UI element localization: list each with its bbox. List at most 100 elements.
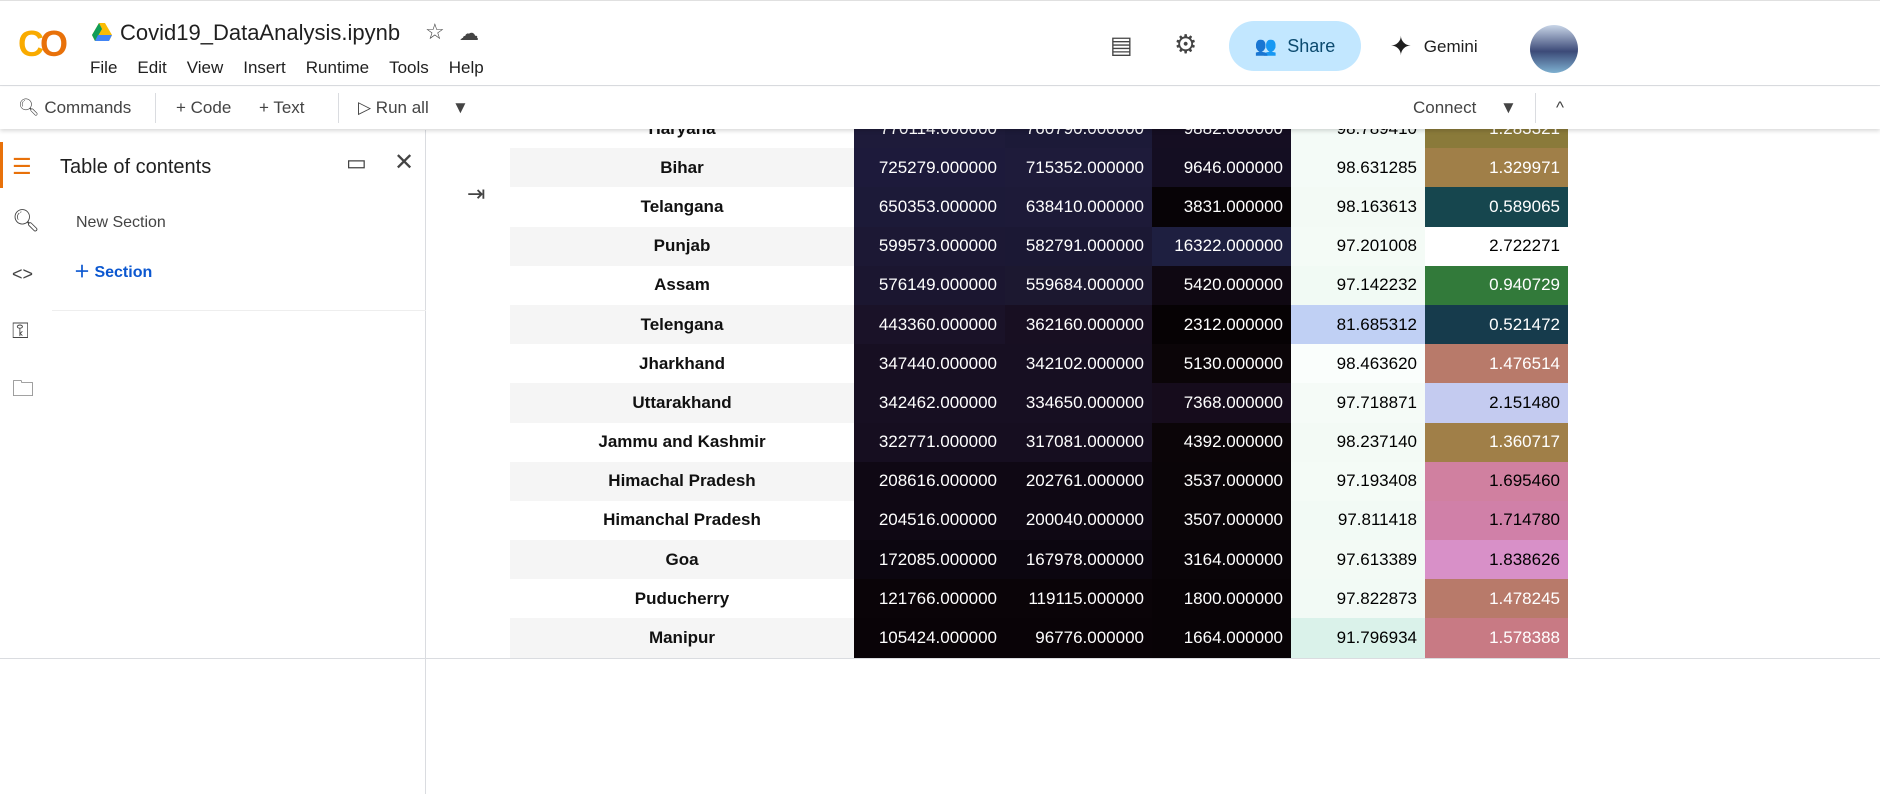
colab-logo[interactable]: CO (18, 23, 68, 65)
data-table: Haryana770114.000000760790.0000009882.00… (510, 109, 1568, 658)
menu-file[interactable]: File (90, 58, 117, 78)
find-icon[interactable]: 🔍︎ (12, 208, 40, 234)
table-cell: 1.478245 (1425, 579, 1568, 619)
gear-icon[interactable]: ⚙ (1174, 29, 1197, 60)
table-row: Himanchal Pradesh 204516.000000 200040.000… (510, 500, 1568, 541)
collapse-chevron-icon[interactable]: ^ (1556, 98, 1564, 118)
menu-view[interactable]: View (187, 58, 224, 78)
toc-icon[interactable]: ☰ (12, 154, 32, 180)
table-cell: 1.695460 (1425, 461, 1568, 501)
table-cell: 7368.000000 (1152, 383, 1291, 423)
add-section-button[interactable]: ＋ Section (74, 258, 152, 282)
table-row: Jharkhand 347440.000000 342102.000000 5130.… (510, 344, 1568, 384)
comment-icon[interactable]: ▤ (1110, 31, 1133, 60)
table-cell: 1.360717 (1425, 422, 1568, 462)
table-cell: 1.476514 (1425, 344, 1568, 384)
table-row: Manipur 105424.000000 96776.000000 1664.000… (510, 618, 1568, 658)
menu-help[interactable]: Help (449, 58, 484, 78)
table-cell: 204516.000000 (854, 500, 1005, 541)
table-cell: 0.589065 (1425, 187, 1568, 227)
state-name: Manipur (510, 618, 854, 658)
menu-runtime[interactable]: Runtime (306, 58, 369, 78)
table-cell: 725279.000000 (854, 148, 1005, 188)
state-name: Puducherry (634, 588, 730, 608)
cell-output: ⇥ Haryana770114.000000760790.0000009882.… (427, 109, 1880, 659)
menu-bar: File Edit View Insert Runtime Tools Help (90, 58, 504, 78)
table-row: Assam 576149.000000 559684.000000 5420.0000… (510, 265, 1568, 305)
notebook-title[interactable]: Covid19_DataAnalysis.ipynb (120, 20, 400, 46)
state-name: Uttarakhand (510, 383, 854, 423)
connect-button[interactable]: Connect (1413, 98, 1476, 118)
divider (338, 93, 339, 123)
add-section-label: Section (94, 264, 153, 281)
table-cell: 3537.000000 (1152, 461, 1291, 501)
add-code-button[interactable]: + Code (176, 98, 231, 118)
table-cell: 98.237140 (1291, 422, 1425, 462)
table-cell: 1800.000000 (1152, 579, 1291, 619)
state-name: Punjab (510, 226, 854, 266)
table-cell: 91.796934 (1291, 618, 1425, 658)
run-all-button[interactable]: ▷ Run all (358, 98, 429, 118)
menu-tools[interactable]: Tools (389, 58, 429, 78)
menu-edit[interactable]: Edit (137, 58, 166, 78)
toolbar: 🔍︎ Commands + Code + Text ▷ Run all ▼ Co… (0, 87, 1880, 129)
table-row: Uttarakhand 342462.000000 334650.000000 736… (510, 383, 1568, 423)
commands-button[interactable]: 🔍︎ Commands (18, 98, 131, 118)
table-cell: 582791.000000 (1005, 226, 1152, 266)
divider (155, 93, 156, 123)
table-cell: 167978.000000 (1005, 540, 1152, 580)
gemini-label: Gemini (1423, 36, 1478, 56)
divider (0, 658, 1880, 659)
people-icon: 👥 (1254, 35, 1278, 56)
state-name: Bihar (510, 148, 854, 188)
code-snippets-icon[interactable]: <> (12, 264, 33, 285)
table-cell: 2.151480 (1425, 383, 1568, 423)
gemini-button[interactable]: ✦ Gemini (1390, 31, 1478, 62)
table-cell: 1.838626 (1425, 540, 1568, 580)
run-all-dropdown-icon[interactable]: ▼ (452, 98, 469, 118)
table-cell: 1664.000000 (1152, 618, 1291, 658)
add-text-button[interactable]: + Text (259, 98, 305, 118)
drive-icon (92, 23, 112, 41)
folder-icon[interactable]: 🗀 (12, 372, 34, 410)
share-button[interactable]: 👥 Share (1229, 21, 1361, 71)
table-cell: 334650.000000 (1005, 383, 1152, 423)
table-cell: 172085.000000 (854, 540, 1005, 580)
table-cell: 200040.000000 (1005, 500, 1152, 541)
table-cell: 97.193408 (1291, 461, 1425, 501)
menu-insert[interactable]: Insert (243, 58, 286, 78)
table-cell: 347440.000000 (854, 344, 1005, 384)
cloud-saved-icon[interactable]: ☁ (459, 21, 479, 46)
table-cell: 97.811418 (1291, 500, 1425, 541)
table-cell: 202761.000000 (1005, 461, 1152, 501)
table-cell: 443360.000000 (854, 304, 1005, 345)
table-cell: 342102.000000 (1005, 344, 1152, 384)
share-label: Share (1287, 35, 1336, 56)
table-row: Telengana 443360.000000 362160.000000 2312.… (510, 304, 1568, 345)
toc-title: Table of contents (60, 156, 212, 178)
table-cell: 96776.000000 (1005, 618, 1152, 658)
output-actions-icon[interactable]: ⇥ (467, 181, 485, 207)
close-icon[interactable]: ✕ (394, 148, 414, 177)
table-cell: 97.201008 (1291, 226, 1425, 266)
open-in-window-icon[interactable]: ▭ (346, 150, 367, 176)
table-cell: 1.578388 (1425, 618, 1568, 658)
avatar[interactable] (1530, 25, 1578, 73)
state-name: Telangana (640, 196, 724, 216)
table-cell: 1.714780 (1425, 500, 1568, 541)
table-cell: 121766.000000 (854, 579, 1005, 619)
table-cell: 105424.000000 (854, 618, 1005, 658)
toc-item-new-section[interactable]: New Section (76, 214, 166, 232)
star-icon[interactable]: ☆ (425, 19, 445, 45)
table-of-contents-panel: Table of contents ▭ ✕ New Section ＋ Sect… (52, 130, 426, 794)
table-cell: 0.521472 (1425, 304, 1568, 345)
table-cell: 322771.000000 (854, 422, 1005, 462)
table-cell: 98.463620 (1291, 344, 1425, 384)
table-cell: 2.722271 (1425, 226, 1568, 266)
connect-dropdown-icon[interactable]: ▼ (1500, 98, 1517, 118)
table-cell: 98.163613 (1291, 187, 1425, 227)
key-icon[interactable]: ⚿ (12, 318, 29, 344)
divider (52, 310, 426, 311)
table-cell: 715352.000000 (1005, 148, 1152, 188)
state-name: Assam (654, 275, 710, 295)
